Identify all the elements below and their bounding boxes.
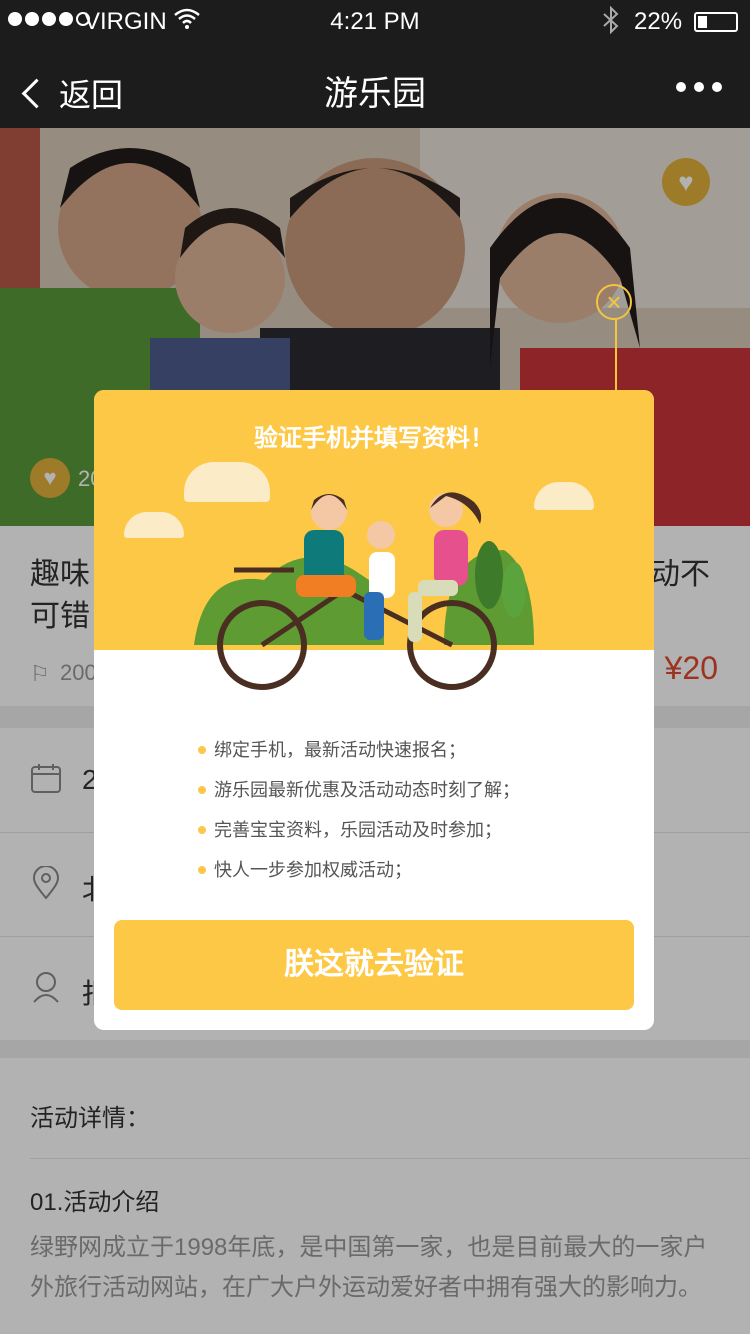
bluetooth-icon <box>602 5 620 41</box>
modal-title: 验证手机并填写资料！ <box>254 425 494 452</box>
battery-icon <box>694 12 738 32</box>
list-item: 完善宝宝资料，乐园活动及时参加； <box>198 810 520 850</box>
battery-percent: 22% <box>634 8 683 35</box>
status-bar: VIRGIN 4:21 PM 22% <box>0 0 750 44</box>
close-icon[interactable]: × <box>596 284 632 320</box>
list-item: 绑定手机，最新活动快速报名； <box>198 730 520 770</box>
family-bicycle-illustration <box>194 492 534 690</box>
page-title: 游乐园 <box>324 75 426 113</box>
more-options-icon[interactable] <box>676 82 722 92</box>
close-connector <box>615 320 617 392</box>
list-item: 游乐园最新优惠及活动动态时刻了解； <box>198 770 520 810</box>
benefits-list: 绑定手机，最新活动快速报名； 游乐园最新优惠及活动动态时刻了解； 完善宝宝资料，… <box>198 730 520 890</box>
verify-phone-modal: 验证手机并填写资料！ 绑定手机，最新活动快速报名； 游乐园最新优惠及活动动态时刻… <box>94 390 654 1030</box>
list-item: 快人一步参加权威活动； <box>198 850 520 890</box>
cloud-icon <box>124 512 184 538</box>
nav-bar: 返回 游乐园 <box>0 44 750 128</box>
verify-now-button[interactable]: 朕这就去验证 <box>114 920 634 1010</box>
